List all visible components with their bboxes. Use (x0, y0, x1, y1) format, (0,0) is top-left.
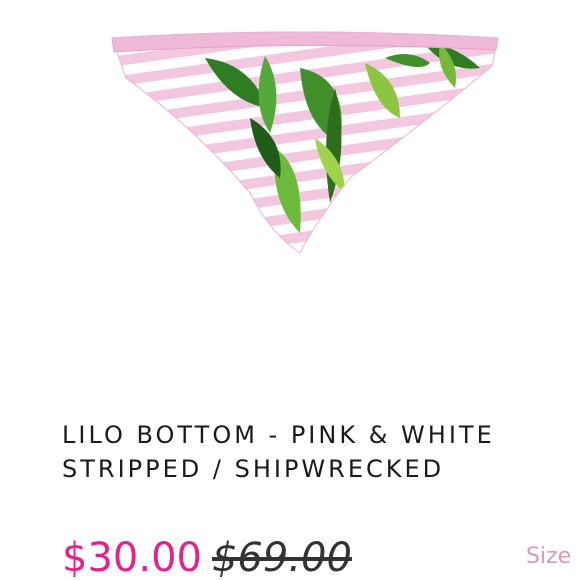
product-title-line2: STRIPPED / SHIPWRECKED (62, 455, 445, 483)
product-page: LILO BOTTOM - PINK & WHITE STRIPPED / SH… (0, 0, 580, 580)
original-price: $69.00 (211, 535, 352, 580)
price-row: $30.00 $69.00 (62, 532, 352, 580)
product-title-line1: LILO BOTTOM - PINK & WHITE (62, 421, 495, 449)
product-title: LILO BOTTOM - PINK & WHITE STRIPPED / SH… (62, 418, 572, 486)
product-image[interactable] (100, 18, 510, 268)
sale-price: $30.00 (62, 535, 202, 580)
size-selector[interactable]: Size (526, 542, 571, 572)
